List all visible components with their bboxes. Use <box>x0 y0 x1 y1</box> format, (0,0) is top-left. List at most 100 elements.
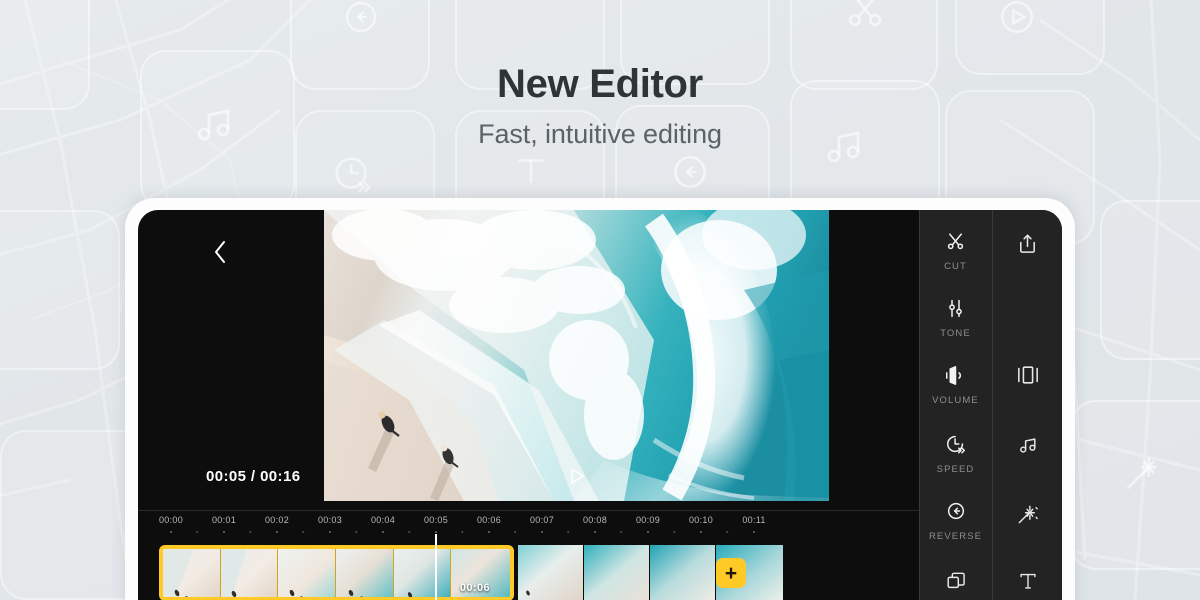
video-preview[interactable] <box>324 210 829 501</box>
timeline-track[interactable]: 00:06 + <box>138 542 919 600</box>
reverse-icon <box>340 0 382 38</box>
ruler-divider <box>138 510 919 511</box>
ruler-tick: 00:11 <box>742 515 766 525</box>
reverse-icon <box>668 150 712 194</box>
ruler-dot <box>249 531 251 533</box>
ruler-dot <box>726 531 728 533</box>
beach-footage <box>324 210 829 501</box>
chevron-left-icon <box>212 239 228 265</box>
ruler-tick: 00:04 <box>370 515 396 525</box>
ruler-dot <box>170 531 172 533</box>
back-button[interactable] <box>203 232 237 272</box>
magic-wand-icon <box>1120 450 1166 496</box>
tool-speed[interactable]: SPEED <box>919 431 992 475</box>
ruler-tick: 00:01 <box>211 515 237 525</box>
ruler-dot <box>382 531 384 533</box>
ruler-dot <box>514 531 516 533</box>
speed-clock-icon <box>330 152 376 198</box>
ruler-tick: 00:08 <box>582 515 608 525</box>
timeline-ruler[interactable]: 00:00 00:01 00:02 00:03 00:04 00:05 00:0… <box>138 510 919 542</box>
clip-thumbnail <box>220 549 279 597</box>
time-display: 00:05 / 00:16 <box>206 468 301 485</box>
sliders-icon <box>945 295 966 321</box>
ruler-dot <box>700 531 702 533</box>
play-button[interactable] <box>564 465 590 491</box>
magic-wand-icon <box>1016 501 1039 527</box>
share-export-icon <box>1016 230 1039 256</box>
ruler-dot <box>461 531 463 533</box>
ruler-dot <box>276 531 278 533</box>
ruler-dot <box>223 531 225 533</box>
clip-thumbnail <box>650 545 716 600</box>
tool-cut[interactable]: CUT <box>919 228 992 272</box>
tool-label: CUT <box>944 261 967 272</box>
tool-text[interactable] <box>993 568 1062 594</box>
ruler-dot <box>594 531 596 533</box>
tool-magic[interactable] <box>993 501 1062 527</box>
play-icon <box>566 465 588 492</box>
ruler-tick: 00:00 <box>158 515 184 525</box>
ruler-tick: 00:07 <box>529 515 555 525</box>
scissors-icon <box>843 0 887 32</box>
ruler-dot <box>302 531 304 533</box>
tool-music[interactable] <box>993 432 1062 458</box>
ruler-tick: 00:05 <box>423 515 449 525</box>
tool-volume[interactable]: VOLUME <box>919 362 992 406</box>
ruler-tick: 00:10 <box>688 515 714 525</box>
device-screen: 00:05 / 00:16 CUT TONE VOLUME SPEED REVE… <box>138 210 1062 600</box>
ruler-tick: 00:06 <box>476 515 502 525</box>
text-tool-icon <box>510 150 552 192</box>
music-note-icon <box>1017 432 1039 458</box>
promo-headline: New Editor Fast, intuitive editing <box>0 62 1200 150</box>
play-icon <box>995 0 1039 39</box>
ruler-dot <box>488 531 490 533</box>
timeline[interactable]: 00:00 00:01 00:02 00:03 00:04 00:05 00:0… <box>138 510 919 600</box>
ruler-dot <box>408 531 410 533</box>
clip-thumbnail <box>278 549 337 597</box>
ruler-tick: 00:03 <box>317 515 343 525</box>
scissors-icon <box>945 228 966 254</box>
tool-panel: CUT TONE VOLUME SPEED REVERSE <box>919 210 1062 600</box>
clip-thumbnails <box>163 549 510 597</box>
speed-clock-icon <box>945 431 967 457</box>
tool-label: TONE <box>940 328 971 339</box>
watermark-tile <box>0 210 120 370</box>
ruler-dot <box>329 531 331 533</box>
tool-column-primary: CUT TONE VOLUME SPEED REVERSE <box>919 210 992 600</box>
tool-tone[interactable]: TONE <box>919 295 992 339</box>
tool-label: VOLUME <box>932 395 979 406</box>
volume-icon <box>944 362 967 388</box>
ruler-dot <box>673 531 675 533</box>
clip-duration-label: 00:06 <box>459 582 490 594</box>
clip-thumbnail <box>393 549 452 597</box>
clip-thumbnail <box>336 549 394 597</box>
ruler-dot <box>753 531 755 533</box>
add-clip-button[interactable]: + <box>716 558 746 588</box>
device-frame: 00:05 / 00:16 CUT TONE VOLUME SPEED REVE… <box>125 198 1075 600</box>
ruler-dot <box>355 531 357 533</box>
ruler-tick: 00:02 <box>264 515 290 525</box>
watermark-tile <box>1100 200 1200 360</box>
ruler-dot <box>620 531 622 533</box>
tool-reverse[interactable]: REVERSE <box>919 498 992 542</box>
ruler-dot <box>567 531 569 533</box>
preview-area: 00:05 / 00:16 <box>138 210 919 510</box>
ruler-dot <box>647 531 649 533</box>
playhead[interactable] <box>435 534 437 600</box>
ruler-tick: 00:09 <box>635 515 661 525</box>
selected-clip[interactable]: 00:06 <box>159 545 514 600</box>
tool-label: REVERSE <box>928 531 983 542</box>
clip-thumbnail <box>518 545 584 600</box>
ruler-dot <box>435 531 437 533</box>
tool-label: SPEED <box>936 464 975 475</box>
tool-column-secondary <box>992 210 1062 600</box>
tool-transition[interactable] <box>993 362 1062 388</box>
ruler-dot <box>196 531 198 533</box>
text-tool-icon <box>1017 568 1039 594</box>
clip-thumbnail <box>584 545 650 600</box>
tool-export[interactable] <box>993 230 1062 256</box>
reverse-icon <box>945 498 967 524</box>
tool-duplicate[interactable] <box>919 568 992 594</box>
ruler-dot <box>541 531 543 533</box>
duplicate-icon <box>945 568 967 594</box>
